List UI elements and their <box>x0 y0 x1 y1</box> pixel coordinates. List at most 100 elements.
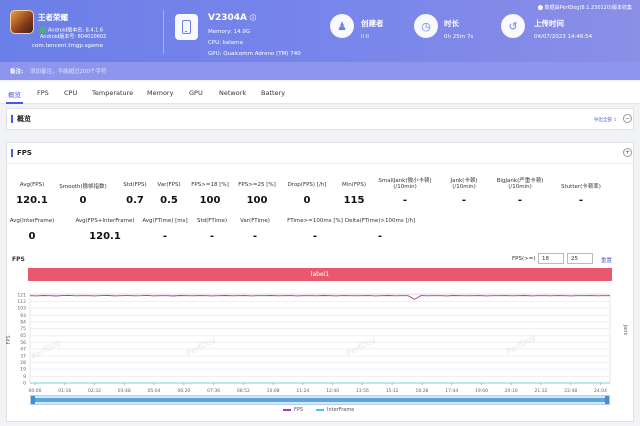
creator-label: 创建者 <box>361 19 384 28</box>
stat-value: - <box>578 195 584 206</box>
device-name: V2304A ⓘ <box>208 13 257 23</box>
android-icon <box>40 27 46 33</box>
x-tick-label: 10:08 <box>267 388 280 394</box>
x-tick-label: 21:32 <box>535 388 548 394</box>
device-cpu: CPU: kalama <box>208 40 243 46</box>
android-code-line: Android版本号: 804010602 <box>40 34 106 40</box>
collapse-icon[interactable]: − <box>623 114 632 123</box>
stat-value: 0 <box>79 195 87 206</box>
history-icon: ↺ <box>501 14 525 38</box>
device-memory: Memory: 14.9G <box>208 29 251 35</box>
package-name: com.tencent.tmgp.sgame <box>32 43 104 49</box>
x-tick-label: 13:56 <box>356 388 369 394</box>
active-tab-indicator <box>6 102 23 104</box>
y-tick-label: 37 <box>20 354 26 360</box>
android-version-line: Android版本名: 8.4.1.6 <box>40 27 103 34</box>
source-note: ⬤ 数据由PerfDog(8.1.230120)版本收集 <box>537 5 632 11</box>
y-tick-label: 65 <box>20 333 26 339</box>
android-code: Android版本号: 804010602 <box>40 34 107 40</box>
stat-label: Stutter(卡顿率) <box>561 184 601 190</box>
label-band[interactable]: label1 <box>28 268 612 281</box>
tab-bar: 概览 FPS CPU Temperature Memory GPU Networ… <box>0 82 640 104</box>
y-tick-label: 9 <box>23 374 26 380</box>
tab-temperature[interactable]: Temperature <box>92 89 133 97</box>
scroll-handle-left[interactable] <box>31 396 35 404</box>
x-tick-label: 19:00 <box>475 388 488 394</box>
stat-value: - <box>461 195 467 206</box>
y-axis-label: FPS <box>6 335 12 344</box>
y-tick-label: 75 <box>20 326 26 332</box>
user-icon: ♟ <box>330 14 354 38</box>
fps-threshold-label: FPS(>=) <box>512 256 536 262</box>
legend-interframe-swatch <box>316 408 324 411</box>
duration-value: 0h 25m 7s <box>444 34 474 40</box>
tab-fps[interactable]: FPS <box>37 89 49 97</box>
tab-battery[interactable]: Battery <box>261 89 285 97</box>
scroll-range <box>35 398 605 402</box>
chart-title: FPS <box>12 256 25 263</box>
tab-memory[interactable]: Memory <box>147 89 173 97</box>
stat-value: - <box>312 231 318 242</box>
info-icon[interactable]: ⓘ <box>250 15 256 22</box>
fps-threshold-high-input[interactable] <box>567 253 593 264</box>
note-bar: 备注: 添加备注，不能超过200个字符 <box>0 62 640 80</box>
y-axis-right-label: Jank <box>622 324 628 336</box>
android-version: Android版本名: 8.4.1.6 <box>48 27 104 34</box>
x-tick-label: 12:40 <box>326 388 339 394</box>
fps-line-chart[interactable]: 121112103938475655647 37281990 FPS Jank 00:0… <box>0 282 640 395</box>
note-label: 备注: <box>10 69 24 75</box>
x-tick-label: 11:24 <box>296 388 309 394</box>
y-tick-label: 0 <box>23 381 26 387</box>
stat-value: - <box>517 195 523 206</box>
expand-icon[interactable]: + <box>623 148 632 157</box>
creator-value: li li <box>361 34 369 40</box>
overview-panel: 概览 导出全部 ⇪ − <box>6 108 634 130</box>
fps-threshold-low-input[interactable] <box>538 253 564 264</box>
upload-time-value: 04/07/2023 14:46:54 <box>534 34 593 40</box>
fps-title: FPS <box>11 149 32 157</box>
note-input[interactable]: 添加备注，不能超过200个字符 <box>30 67 107 75</box>
y-tick-label: 93 <box>20 313 26 319</box>
y-tick-label: 103 <box>17 306 26 312</box>
phone-icon <box>175 14 198 40</box>
x-tick-label: 01:16 <box>58 388 71 394</box>
duration-label: 时长 <box>444 19 459 28</box>
time-range-scrollbar[interactable] <box>30 395 610 405</box>
export-all-button[interactable]: 导出全部 ⇪ <box>594 117 617 123</box>
legend-fps-swatch <box>283 408 291 411</box>
y-tick-label: 28 <box>20 360 26 366</box>
stat-value: - <box>377 231 383 242</box>
legend-fps[interactable]: FPS <box>283 407 303 413</box>
clock-icon: ◷ <box>414 14 438 38</box>
reset-button[interactable]: 重置 <box>601 256 612 264</box>
x-tick-label: 08:52 <box>237 388 250 394</box>
stat-value: 120.1 <box>89 231 121 242</box>
stat-value: - <box>402 195 408 206</box>
x-tick-label: 24:04 <box>594 388 607 394</box>
tab-overview[interactable]: 概览 <box>8 89 21 99</box>
tab-cpu[interactable]: CPU <box>64 89 77 97</box>
x-tick-label: 05:04 <box>148 388 161 394</box>
upload-time-label: 上传时间 <box>534 19 564 28</box>
x-tick-label: 22:48 <box>564 388 577 394</box>
x-tick-label: 16:28 <box>415 388 428 394</box>
x-tick-label: 02:32 <box>88 388 101 394</box>
scroll-handle-right[interactable] <box>605 396 609 404</box>
y-tick-label: 56 <box>20 340 26 346</box>
y-tick-label: 112 <box>17 299 26 305</box>
x-tick-label: 03:48 <box>118 388 131 394</box>
x-tick-label: 07:36 <box>207 388 220 394</box>
header-divider <box>163 10 164 54</box>
x-tick-label: 15:12 <box>386 388 399 394</box>
legend-interframe[interactable]: InterFrame <box>316 407 354 413</box>
tab-gpu[interactable]: GPU <box>189 89 203 97</box>
y-tick-label: 47 <box>20 346 26 352</box>
export-icon: ⇪ <box>613 118 618 123</box>
panel-divider <box>7 163 633 164</box>
overview-title: 概览 <box>11 115 31 123</box>
x-tick-label: 20:16 <box>505 388 518 394</box>
app-name: 王者荣耀 <box>38 13 68 22</box>
x-tick-label: 00:00 <box>29 388 42 394</box>
report-header: 王者荣耀 Android版本名: 8.4.1.6 Android版本号: 804… <box>0 0 640 62</box>
tab-network[interactable]: Network <box>219 89 246 97</box>
